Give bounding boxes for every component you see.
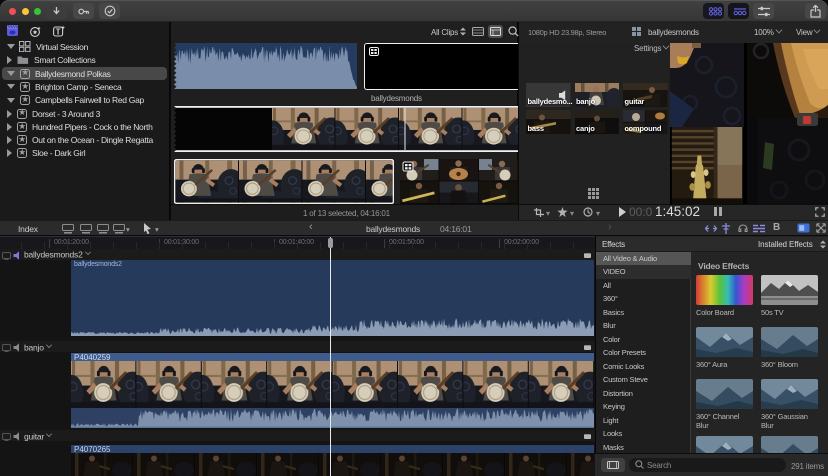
svg-text:T: T xyxy=(56,27,61,36)
